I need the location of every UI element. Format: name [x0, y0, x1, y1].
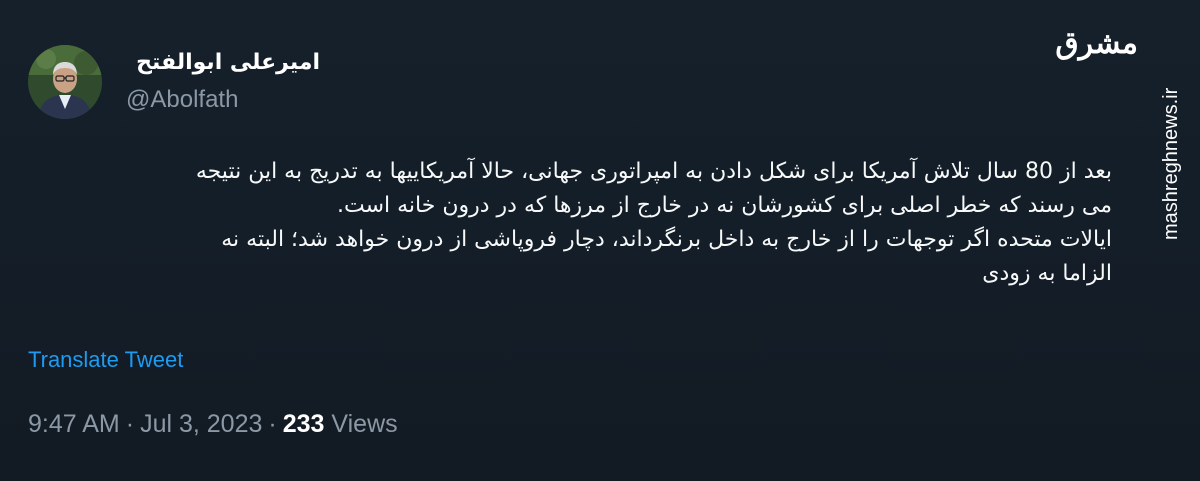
avatar-photo-icon [28, 45, 102, 119]
tweet-line: می رسند که خطر اصلی برای کشورشان نه در خ… [336, 193, 1112, 219]
tweet-line: ایالات متحده اگر توجهات را از خارج به دا… [221, 227, 1112, 253]
meta-separator: · [125, 410, 135, 438]
tweet-line: الزاما به زودی [982, 261, 1112, 287]
author-handle[interactable]: @Abolfath [126, 86, 238, 114]
avatar[interactable] [28, 45, 102, 119]
tweet-text: بعد از 80 سال تلاش آمریکا برای شکل دادن … [30, 155, 1112, 291]
views-count[interactable]: 233 [283, 410, 325, 438]
tweet-date[interactable]: Jul 3, 2023 [140, 410, 262, 438]
watermark-logo: مشرق [1055, 26, 1139, 82]
tweet-screenshot: امیرعلی ابوالفتح @Abolfath مشرق mashregh… [0, 0, 1200, 481]
meta-separator: · [268, 410, 277, 438]
translate-tweet-link[interactable]: Translate Tweet [28, 347, 183, 373]
tweet-line: بعد از 80 سال تلاش آمریکا برای شکل دادن … [195, 159, 1112, 184]
tweet-meta: 9:47 AM · Jul 3, 2023 · 233 Views [28, 410, 398, 439]
watermark-site-url: mashreghnews.ir [1160, 87, 1182, 240]
views-label: Views [331, 410, 398, 438]
tweet-time[interactable]: 9:47 AM [28, 410, 120, 438]
watermark-logo-text: مشرق [1055, 26, 1139, 61]
author-name[interactable]: امیرعلی ابوالفتح [136, 50, 320, 75]
